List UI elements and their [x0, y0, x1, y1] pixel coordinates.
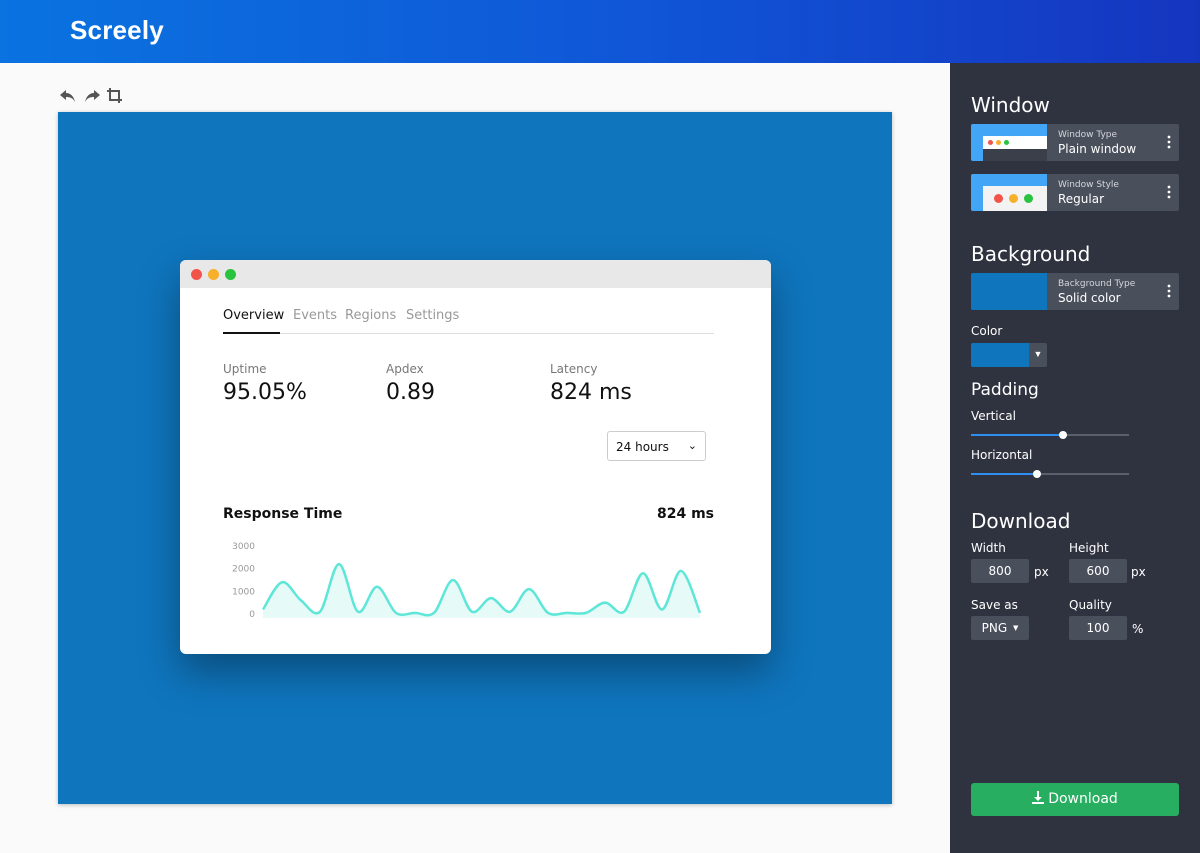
- height-unit: px: [1131, 565, 1146, 579]
- chevron-down-icon: ⌄: [687, 439, 697, 452]
- stat-label-uptime: Uptime: [223, 362, 267, 376]
- color-swatch: [971, 343, 1029, 367]
- caret-down-icon: ▼: [1012, 624, 1019, 632]
- background-section-title: Background: [971, 242, 1091, 266]
- window-type-label: Window Type: [1058, 130, 1118, 140]
- response-time-chart: 3000 2000 1000 0: [232, 542, 702, 620]
- window-section-title: Window: [971, 93, 1050, 117]
- download-icon: [1032, 791, 1045, 804]
- window-style-label: Window Style: [1058, 180, 1119, 190]
- active-tab-underline: [223, 332, 280, 334]
- padding-section-title: Padding: [971, 380, 1039, 400]
- save-as-select[interactable]: PNG ▼: [971, 616, 1029, 640]
- stat-value-uptime: 95.05%: [223, 380, 307, 405]
- maximize-dot-icon: [225, 269, 236, 280]
- brand-logo[interactable]: Screely: [70, 15, 164, 46]
- save-as-label: Save as: [971, 598, 1018, 612]
- window-style-value: Regular: [1058, 192, 1105, 206]
- kebab-menu-icon[interactable]: [1167, 135, 1173, 151]
- kebab-menu-icon[interactable]: [1167, 284, 1173, 300]
- background-type-selector[interactable]: Background Type Solid color: [971, 273, 1179, 310]
- app-header: Screely: [0, 0, 1200, 63]
- vertical-label: Vertical: [971, 409, 1016, 423]
- quality-label: Quality: [1069, 598, 1112, 612]
- download-section-title: Download: [971, 509, 1071, 533]
- stat-label-apdex: Apdex: [386, 362, 424, 376]
- background-type-value: Solid color: [1058, 291, 1121, 305]
- preview-window: Overview Events Regions Settings Uptime …: [180, 260, 771, 654]
- y-tick-label: 3000: [232, 542, 255, 552]
- vertical-padding-slider[interactable]: [971, 429, 1129, 441]
- stat-label-latency: Latency: [550, 362, 598, 376]
- y-tick-label: 1000: [232, 587, 255, 597]
- window-type-thumbnail: [971, 124, 1047, 161]
- slider-thumb[interactable]: [1058, 431, 1067, 439]
- background-type-label: Background Type: [1058, 279, 1136, 289]
- download-button-label: Download: [1048, 791, 1118, 807]
- undo-icon[interactable]: [58, 86, 78, 106]
- y-tick-label: 2000: [232, 565, 255, 575]
- crop-icon[interactable]: [105, 86, 125, 106]
- quality-unit: %: [1132, 622, 1144, 636]
- horizontal-label: Horizontal: [971, 448, 1033, 462]
- tab-events[interactable]: Events: [293, 308, 337, 323]
- width-label: Width: [971, 541, 1006, 555]
- time-range-select[interactable]: 24 hours ⌄: [607, 431, 706, 461]
- close-dot-icon: [191, 269, 202, 280]
- color-picker[interactable]: ▼: [971, 343, 1047, 367]
- stat-value-latency: 824 ms: [550, 380, 632, 405]
- response-time-value: 824 ms: [656, 506, 714, 522]
- width-unit: px: [1034, 565, 1049, 579]
- save-as-value: PNG: [981, 621, 1008, 635]
- quality-input[interactable]: 100: [1069, 616, 1127, 640]
- window-style-thumbnail: [971, 174, 1047, 211]
- tab-regions[interactable]: Regions: [345, 308, 396, 323]
- minimize-dot-icon: [208, 269, 219, 280]
- height-input[interactable]: 600: [1069, 559, 1127, 583]
- window-title-bar: [180, 260, 771, 288]
- settings-panel: Window Window Type Plain window Window S…: [950, 63, 1200, 853]
- time-range-value: 24 hours: [616, 440, 669, 454]
- slider-thumb[interactable]: [1033, 470, 1042, 478]
- background-type-thumbnail: [971, 273, 1047, 310]
- color-label: Color: [971, 324, 1003, 338]
- caret-down-icon: ▼: [1029, 343, 1047, 367]
- preview-tabs: Overview Events Regions Settings: [223, 308, 714, 334]
- height-label: Height: [1069, 541, 1109, 555]
- window-type-selector[interactable]: Window Type Plain window: [971, 124, 1179, 161]
- tab-overview[interactable]: Overview: [223, 308, 284, 323]
- response-time-title: Response Time: [223, 506, 343, 522]
- stat-value-apdex: 0.89: [386, 380, 435, 405]
- width-input[interactable]: 800: [971, 559, 1029, 583]
- horizontal-padding-slider[interactable]: [971, 468, 1129, 480]
- download-button[interactable]: Download: [971, 783, 1179, 816]
- y-tick-label: 0: [249, 610, 255, 620]
- kebab-menu-icon[interactable]: [1167, 185, 1173, 201]
- window-type-value: Plain window: [1058, 142, 1137, 156]
- redo-icon[interactable]: [82, 86, 102, 106]
- window-style-selector[interactable]: Window Style Regular: [971, 174, 1179, 211]
- tab-settings[interactable]: Settings: [406, 308, 459, 323]
